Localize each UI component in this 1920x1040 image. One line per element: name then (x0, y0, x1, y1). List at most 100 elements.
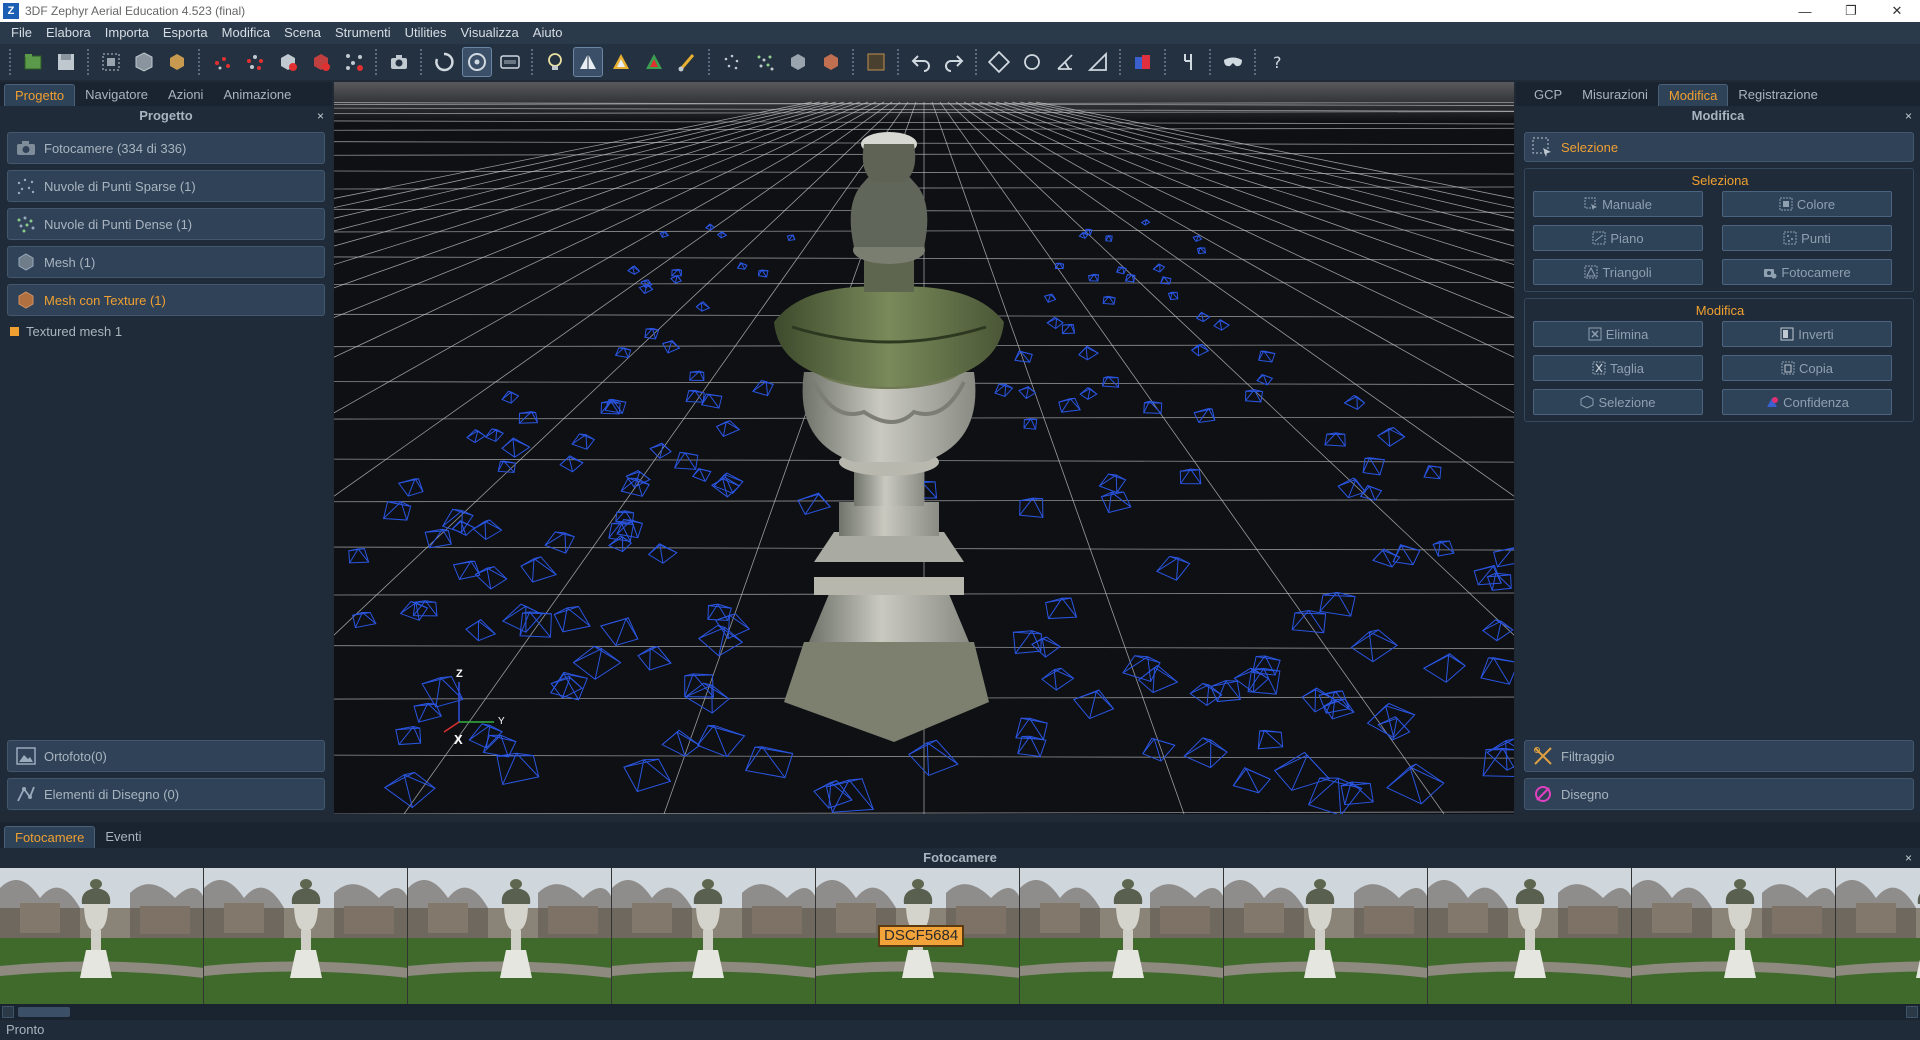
cut-button[interactable]: Taglia (1533, 355, 1703, 381)
textured-urn-model[interactable] (774, 132, 1004, 742)
menu-scena[interactable]: Scena (277, 22, 328, 44)
camera-icon[interactable] (384, 47, 414, 77)
menu-file[interactable]: File (4, 22, 39, 44)
plane-select-button[interactable]: Piano (1533, 225, 1703, 251)
selection-section-header[interactable]: Selezione (1524, 132, 1914, 162)
scroll-right-button[interactable] (1906, 1006, 1918, 1018)
filtering-section[interactable]: Filtraggio (1524, 740, 1914, 772)
new-project-icon[interactable] (18, 47, 48, 77)
triangle-yellow-icon[interactable] (606, 47, 636, 77)
selection-edit-button[interactable]: Selezione (1533, 389, 1703, 415)
textured-mesh-red-icon[interactable] (306, 47, 336, 77)
tree-item-orthophoto[interactable]: Ortofoto(0) (7, 740, 325, 772)
points-select-button[interactable]: Punti (1722, 225, 1892, 251)
3d-viewport[interactable]: Z Y X (334, 82, 1514, 814)
orbit-icon[interactable] (429, 47, 459, 77)
tab-misurazioni[interactable]: Misurazioni (1572, 84, 1658, 106)
cube-view-icon[interactable] (129, 47, 159, 77)
triangle-color-icon[interactable] (639, 47, 669, 77)
tab-registrazione[interactable]: Registrazione (1728, 84, 1828, 106)
points-network-icon[interactable] (339, 47, 369, 77)
tab-animazione[interactable]: Animazione (213, 84, 301, 106)
tree-item-drawing-elements[interactable]: Elementi di Disegno (0) (7, 778, 325, 810)
mesh-red-icon[interactable] (273, 47, 303, 77)
delete-button[interactable]: Elimina (1533, 321, 1703, 347)
help-icon[interactable]: ? (1263, 47, 1293, 77)
confidence-button[interactable]: Confidenza (1722, 389, 1892, 415)
drawing-section[interactable]: Disegno (1524, 778, 1914, 810)
cameras-select-button[interactable]: Fotocamere (1722, 259, 1892, 285)
menu-utilities[interactable]: Utilities (398, 22, 454, 44)
tree-item-mesh[interactable]: Mesh (1) (7, 246, 325, 278)
menu-modifica[interactable]: Modifica (215, 22, 277, 44)
copy-button[interactable]: Copia (1722, 355, 1892, 381)
triangle-mesh-icon[interactable] (573, 47, 603, 77)
transform-icon[interactable] (984, 47, 1014, 77)
close-window-button[interactable]: ✕ (1874, 0, 1920, 22)
dense-cloud-toggle-icon[interactable] (750, 47, 780, 77)
camera-thumbnail[interactable] (1428, 868, 1632, 1004)
scroll-left-button[interactable] (2, 1006, 14, 1018)
3d-scene[interactable] (334, 82, 1514, 814)
menu-strumenti[interactable]: Strumenti (328, 22, 398, 44)
select-region-icon[interactable] (96, 47, 126, 77)
orbit-target-icon[interactable] (462, 47, 492, 77)
tree-item-sparse-cloud[interactable]: Nuvole di Punti Sparse (1) (7, 170, 325, 202)
box-icon[interactable] (162, 47, 192, 77)
camera-thumbnail[interactable] (0, 868, 204, 1004)
left-tabs: Progetto Navigatore Azioni Animazione (0, 82, 332, 106)
tab-navigatore[interactable]: Navigatore (75, 84, 158, 106)
sparse-points-icon[interactable] (207, 47, 237, 77)
sparse-cloud-toggle-icon[interactable] (717, 47, 747, 77)
menu-aiuto[interactable]: Aiuto (526, 22, 570, 44)
image-view-icon[interactable] (495, 47, 525, 77)
filmstrip-scrollbar[interactable] (0, 1004, 1920, 1020)
tree-item-dense-cloud[interactable]: Nuvole di Punti Dense (1) (7, 208, 325, 240)
close-icon[interactable]: × (1905, 106, 1912, 126)
tree-item-textured-mesh[interactable]: Mesh con Texture (1) (7, 284, 325, 316)
undo-icon[interactable] (906, 47, 936, 77)
rotate-icon[interactable] (1017, 47, 1047, 77)
menu-esporta[interactable]: Esporta (156, 22, 215, 44)
close-icon[interactable]: × (317, 106, 324, 126)
tab-fotocamere[interactable]: Fotocamere (4, 826, 96, 848)
minimize-button[interactable]: — (1782, 0, 1828, 22)
bounding-box-icon[interactable] (861, 47, 891, 77)
camera-thumbnail[interactable] (204, 868, 408, 1004)
tab-gcp[interactable]: GCP (1524, 84, 1572, 106)
light-bulb-icon[interactable] (540, 47, 570, 77)
close-icon[interactable]: × (1905, 848, 1912, 868)
tree-item-cameras[interactable]: Fotocamere (334 di 336) (7, 132, 325, 164)
menu-importa[interactable]: Importa (98, 22, 156, 44)
menu-elabora[interactable]: Elabora (39, 22, 98, 44)
tab-eventi[interactable]: Eventi (95, 826, 151, 848)
camera-thumbnail[interactable] (612, 868, 816, 1004)
ruler-icon[interactable] (1083, 47, 1113, 77)
color-select-button[interactable]: Colore (1722, 191, 1892, 217)
scrollbar-thumb[interactable] (18, 1007, 70, 1017)
tab-azioni[interactable]: Azioni (158, 84, 213, 106)
manual-select-button[interactable]: Manuale (1533, 191, 1703, 217)
camera-thumbnail[interactable] (1020, 868, 1224, 1004)
tab-modifica[interactable]: Modifica (1657, 84, 1729, 106)
save-icon[interactable] (51, 47, 81, 77)
color-layers-icon[interactable] (1128, 47, 1158, 77)
menu-visualizza[interactable]: Visualizza (454, 22, 526, 44)
textured-mesh-item[interactable]: Textured mesh 1 (10, 324, 332, 339)
tools-icon[interactable] (1173, 47, 1203, 77)
camera-thumbnail[interactable] (408, 868, 612, 1004)
mesh-toggle-icon[interactable] (783, 47, 813, 77)
measure-angle-icon[interactable] (1050, 47, 1080, 77)
tab-progetto[interactable]: Progetto (4, 84, 76, 106)
redo-icon[interactable] (939, 47, 969, 77)
camera-thumbnail[interactable] (1632, 868, 1836, 1004)
dense-points-icon[interactable] (240, 47, 270, 77)
textured-mesh-toggle-icon[interactable] (816, 47, 846, 77)
vr-mask-icon[interactable] (1218, 47, 1248, 77)
camera-thumbnail[interactable] (1224, 868, 1428, 1004)
maximize-button[interactable]: ❐ (1828, 0, 1874, 22)
triangles-select-button[interactable]: Triangoli (1533, 259, 1703, 285)
brush-icon[interactable] (672, 47, 702, 77)
camera-thumbnail[interactable] (1836, 868, 1920, 1004)
invert-button[interactable]: Inverti (1722, 321, 1892, 347)
